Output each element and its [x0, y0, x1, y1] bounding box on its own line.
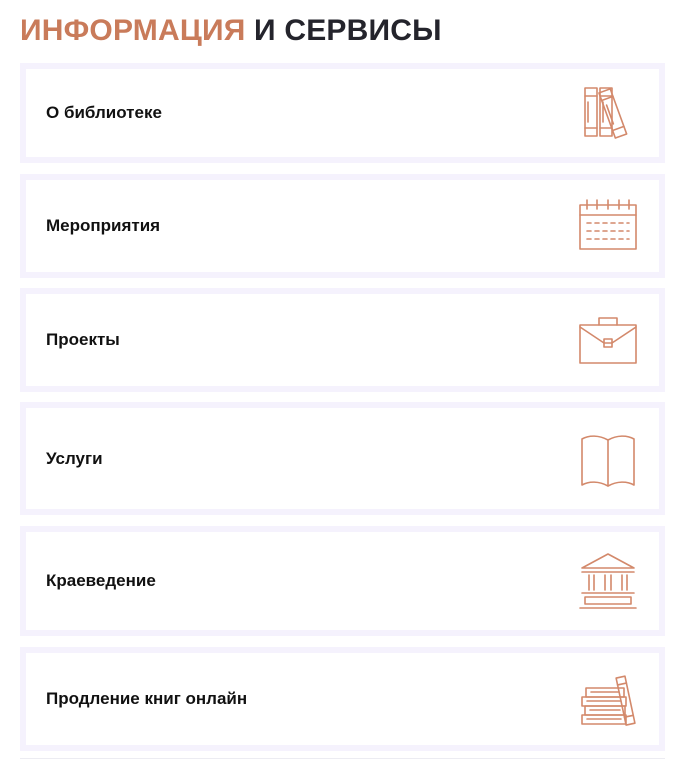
books-icon — [577, 82, 639, 144]
page-title: ИНФОРМАЦИЯ И СЕРВИСЫ — [20, 12, 442, 50]
menu-item-about-library[interactable]: О библиотеке — [20, 63, 665, 163]
menu-item-local-history[interactable]: Краеведение — [20, 526, 665, 636]
briefcase-icon — [577, 309, 639, 371]
page-title-accent: ИНФОРМАЦИЯ — [20, 14, 246, 47]
menu-item-label: Проекты — [46, 330, 120, 349]
open-book-icon — [577, 428, 639, 490]
museum-icon — [577, 550, 639, 612]
menu-item-services[interactable]: Услуги — [20, 402, 665, 515]
page-title-rest: И СЕРВИСЫ — [254, 14, 442, 47]
menu-item-label: Краеведение — [46, 571, 156, 590]
book-stack-icon — [577, 668, 639, 730]
menu-item-label: Продление книг онлайн — [46, 689, 248, 708]
calendar-icon — [577, 195, 639, 257]
menu-item-events[interactable]: Мероприятия — [20, 174, 665, 278]
menu-item-label: О библиотеке — [46, 103, 162, 122]
bottom-divider — [20, 758, 665, 759]
menu-item-projects[interactable]: Проекты — [20, 288, 665, 392]
menu-item-label: Мероприятия — [46, 216, 161, 235]
menu-item-renew-books-online[interactable]: Продление книг онлайн — [20, 647, 665, 751]
menu-item-label: Услуги — [46, 448, 103, 468]
